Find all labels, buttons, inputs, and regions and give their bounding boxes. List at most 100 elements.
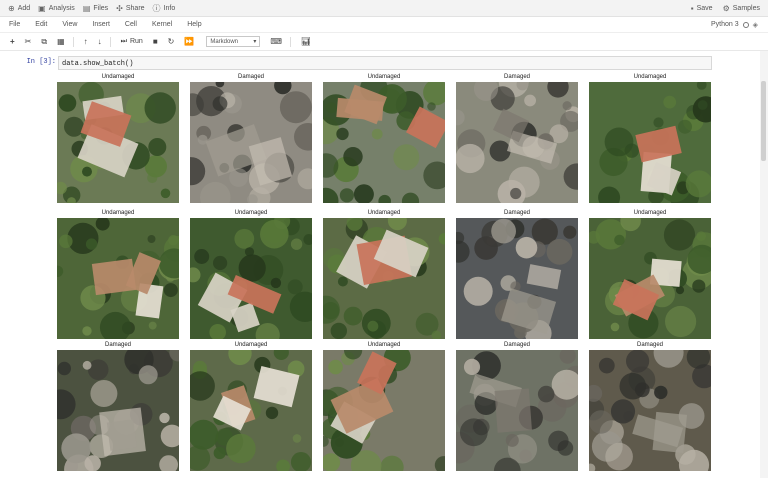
tile-label: Undamaged xyxy=(234,210,268,216)
tile-label: Damaged xyxy=(503,210,530,216)
toolbar-divider xyxy=(109,36,111,47)
aerial-image xyxy=(589,82,711,203)
run-button[interactable]: ⏭ Run xyxy=(121,38,143,46)
menu-help[interactable]: Help xyxy=(187,21,201,28)
menu-view[interactable]: View xyxy=(62,21,77,28)
save-label: Save xyxy=(696,4,713,12)
tile-label: Undamaged xyxy=(367,74,401,80)
vertical-scrollbar[interactable] xyxy=(760,51,768,478)
menu-file[interactable]: File xyxy=(9,21,20,28)
image-tile: Undamaged xyxy=(323,208,445,339)
tile-label: Damaged xyxy=(503,342,530,348)
tile-label: Damaged xyxy=(237,74,264,80)
tile-label: Undamaged xyxy=(633,210,667,216)
image-tile: Undamaged xyxy=(57,72,179,203)
kernel-status[interactable]: Python 3 ◈ xyxy=(711,21,758,29)
aerial-image xyxy=(456,82,578,203)
toolbar: + ✂ ⧉ ▦ ↑ ↓ ⏭ Run ■ ↻ ⏩ Markdown ▾ ⌨ 📊︎ xyxy=(0,33,768,51)
samples-button[interactable]: ⚙ Samples xyxy=(723,4,760,13)
tile-label: Damaged xyxy=(636,342,663,348)
info-button[interactable]: ⓘ Info xyxy=(153,3,176,14)
aerial-image xyxy=(57,218,179,339)
image-tile: Damaged xyxy=(456,208,578,339)
aerial-image xyxy=(323,82,445,203)
add-label: Add xyxy=(17,4,31,12)
menu-bar: File Edit View Insert Cell Kernel Help P… xyxy=(0,17,768,33)
samples-icon: ⚙ xyxy=(722,3,730,13)
tile-label: Undamaged xyxy=(367,342,401,348)
kernel-name: Python 3 xyxy=(710,21,739,28)
image-tile: Damaged xyxy=(589,340,711,471)
tile-label: Undamaged xyxy=(234,342,268,348)
files-icon: ▤ xyxy=(82,3,91,13)
share-label: Share xyxy=(125,4,145,12)
cell-type-value: Markdown xyxy=(210,38,239,45)
aerial-image xyxy=(190,82,312,203)
plus-icon: ⊕ xyxy=(8,3,15,13)
tile-label: Damaged xyxy=(104,342,131,348)
aerial-image xyxy=(57,350,179,471)
tile-label: Damaged xyxy=(503,74,530,80)
copy-icon[interactable]: ⧉ xyxy=(41,37,47,47)
input-prompt: In [3]: xyxy=(26,58,56,66)
image-tile: Undamaged xyxy=(589,208,711,339)
scrollbar-thumb[interactable] xyxy=(761,81,766,161)
menu-cell[interactable]: Cell xyxy=(125,21,137,28)
tile-label: Undamaged xyxy=(101,210,135,216)
image-tile: Damaged xyxy=(57,340,179,471)
kernel-settings-icon: ◈ xyxy=(752,21,758,29)
image-tile: Undamaged xyxy=(190,340,312,471)
share-icon: ✣ xyxy=(116,3,123,13)
aerial-image xyxy=(323,218,445,339)
cut-icon[interactable]: ✂ xyxy=(25,37,32,46)
run-icon: ⏭ xyxy=(120,37,127,45)
analysis-button[interactable]: ▣ Analysis xyxy=(38,4,75,13)
save-button[interactable]: ▪ Save xyxy=(691,4,713,13)
toolbar-divider xyxy=(72,36,74,47)
image-tile: Undamaged xyxy=(323,340,445,471)
image-tile: Undamaged xyxy=(190,208,312,339)
app-bar: ⊕ Add ▣ Analysis ▤ Files ✣ Share ⓘ Info ▪ Save… xyxy=(0,0,768,17)
info-label: Info xyxy=(163,4,176,12)
share-button[interactable]: ✣ Share xyxy=(116,4,144,13)
paste-icon[interactable]: ▦ xyxy=(57,37,65,46)
image-tile: Damaged xyxy=(456,72,578,203)
keyboard-icon[interactable]: ⌨ xyxy=(270,37,282,46)
image-tile: Undamaged xyxy=(57,208,179,339)
tile-label: Undamaged xyxy=(633,74,667,80)
samples-label: Samples xyxy=(732,4,760,12)
aerial-image xyxy=(456,218,578,339)
run-label: Run xyxy=(129,38,143,45)
chevron-down-icon: ▾ xyxy=(253,39,257,45)
analysis-label: Analysis xyxy=(48,4,75,12)
image-tile: Undamaged xyxy=(589,72,711,203)
aerial-image xyxy=(589,218,711,339)
aerial-image xyxy=(323,350,445,471)
menu-kernel[interactable]: Kernel xyxy=(152,21,172,28)
image-tile: Undamaged xyxy=(323,72,445,203)
save-icon: ▪ xyxy=(690,3,694,13)
aerial-image xyxy=(57,82,179,203)
insert-cell-button[interactable]: + xyxy=(10,37,15,46)
analysis-icon: ▣ xyxy=(38,3,46,13)
aerial-image xyxy=(190,218,312,339)
aerial-image xyxy=(456,350,578,471)
tile-label: Undamaged xyxy=(101,74,135,80)
restart-icon[interactable]: ↻ xyxy=(168,37,175,46)
image-tile: Damaged xyxy=(456,340,578,471)
info-icon: ⓘ xyxy=(152,3,161,13)
move-down-icon[interactable]: ↓ xyxy=(98,37,102,46)
fast-forward-icon[interactable]: ⏩ xyxy=(184,37,194,46)
add-button[interactable]: ⊕ Add xyxy=(8,4,30,13)
aerial-image xyxy=(589,350,711,471)
code-input[interactable]: data.show_batch() xyxy=(58,56,712,70)
menu-insert[interactable]: Insert xyxy=(92,21,110,28)
move-up-icon[interactable]: ↑ xyxy=(84,37,88,46)
menu-edit[interactable]: Edit xyxy=(35,21,47,28)
cell-type-select[interactable]: Markdown ▾ xyxy=(206,36,261,47)
chart-icon[interactable]: 📊︎ xyxy=(301,37,311,46)
stop-icon[interactable]: ■ xyxy=(153,37,158,46)
tile-label: Undamaged xyxy=(367,210,401,216)
files-button[interactable]: ▤ Files xyxy=(83,4,108,13)
files-label: Files xyxy=(93,4,109,12)
